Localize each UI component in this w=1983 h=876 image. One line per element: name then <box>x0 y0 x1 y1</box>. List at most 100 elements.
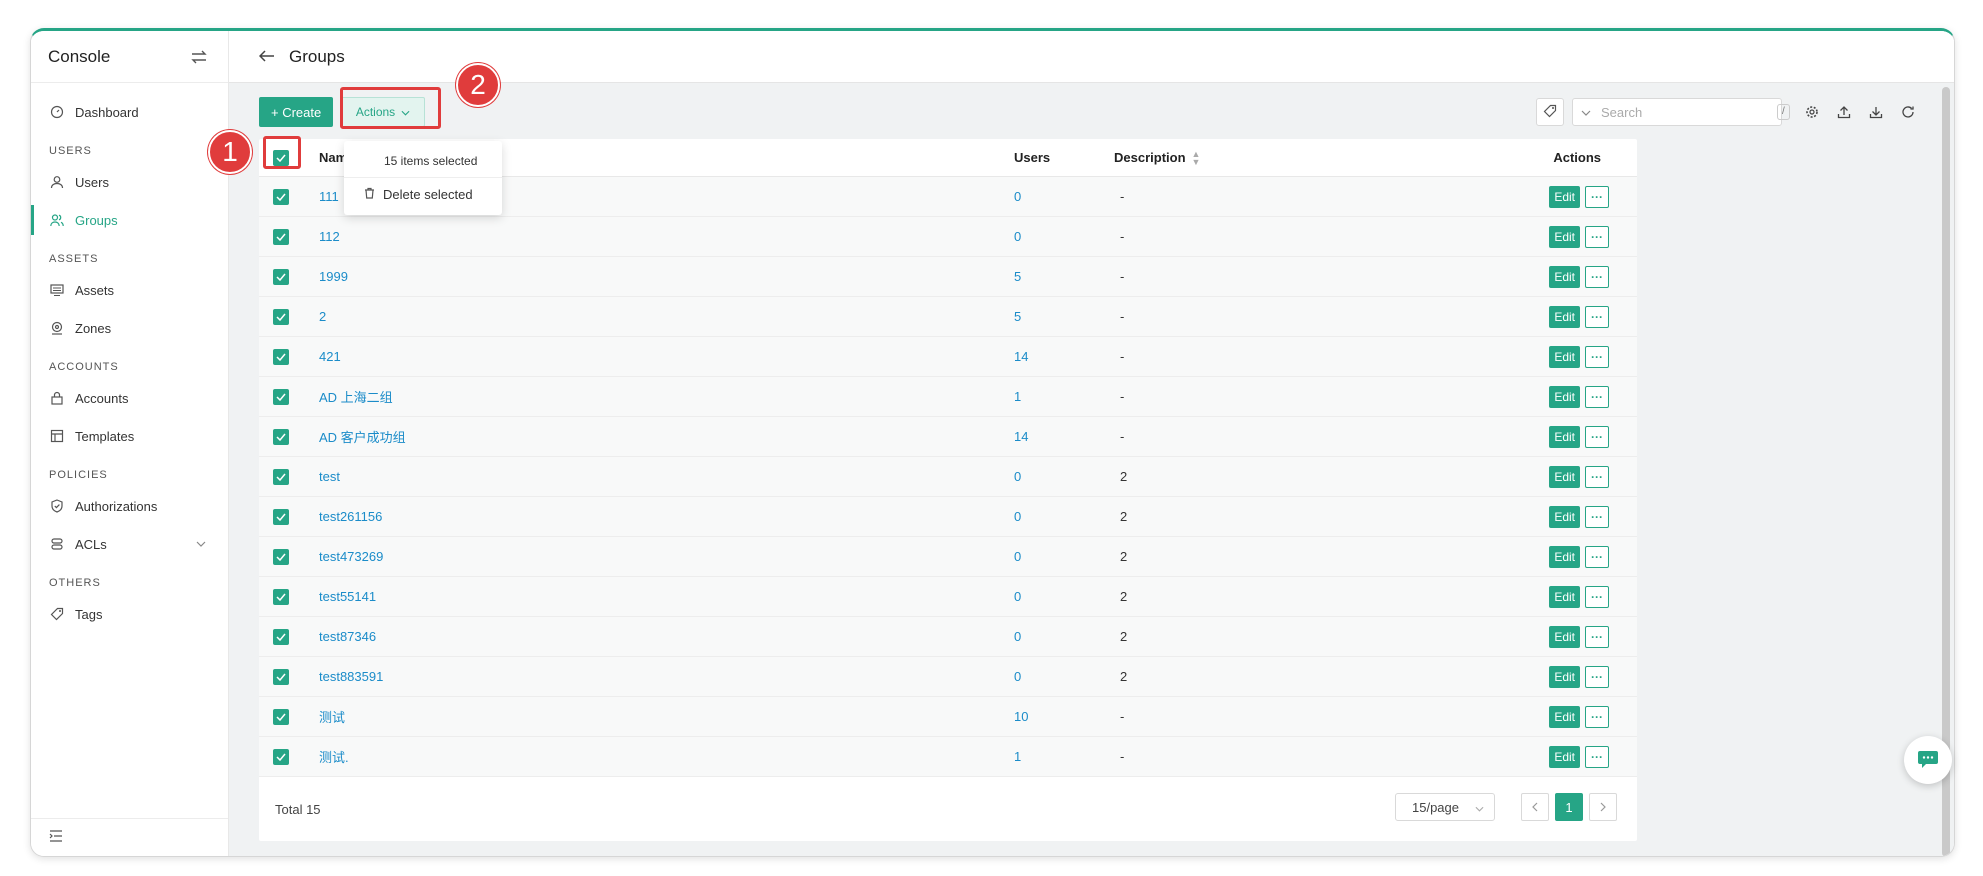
group-name-link[interactable]: test <box>319 469 1014 484</box>
group-name-link[interactable]: test55141 <box>319 589 1014 604</box>
more-actions-button[interactable]: ··· <box>1585 745 1609 768</box>
sidebar-item-users[interactable]: Users <box>31 163 228 201</box>
edit-button[interactable]: Edit <box>1549 545 1580 568</box>
column-description[interactable]: Description ▲ ▼ <box>1114 149 1534 166</box>
group-users-count[interactable]: 14 <box>1014 349 1114 364</box>
group-users-count[interactable]: 1 <box>1014 389 1114 404</box>
edit-button[interactable]: Edit <box>1549 305 1580 328</box>
row-checkbox[interactable] <box>273 588 289 605</box>
group-users-count[interactable]: 0 <box>1014 629 1114 644</box>
more-actions-button[interactable]: ··· <box>1585 305 1609 328</box>
sidebar-item-authorizations[interactable]: Authorizations <box>31 487 228 525</box>
chat-support-button[interactable] <box>1904 736 1952 784</box>
more-actions-button[interactable]: ··· <box>1585 705 1609 728</box>
group-users-count[interactable]: 5 <box>1014 269 1114 284</box>
edit-button[interactable]: Edit <box>1549 505 1580 528</box>
group-name-link[interactable]: AD 上海二组 <box>319 387 1014 406</box>
row-checkbox[interactable] <box>273 748 289 765</box>
search-field[interactable]: / <box>1572 98 1790 126</box>
more-actions-button[interactable]: ··· <box>1585 505 1609 528</box>
back-arrow-icon[interactable] <box>258 46 275 67</box>
group-users-count[interactable]: 0 <box>1014 509 1114 524</box>
more-actions-button[interactable]: ··· <box>1585 665 1609 688</box>
sidebar-item-acls[interactable]: ACLs <box>31 525 228 563</box>
group-name-link[interactable]: test87346 <box>319 629 1014 644</box>
page-number-button[interactable]: 1 <box>1555 793 1583 821</box>
row-checkbox[interactable] <box>273 268 289 285</box>
more-actions-button[interactable]: ··· <box>1585 385 1609 408</box>
upload-icon[interactable] <box>1828 98 1860 126</box>
group-name-link[interactable]: 2 <box>319 309 1014 324</box>
more-actions-button[interactable]: ··· <box>1585 585 1609 608</box>
edit-button[interactable]: Edit <box>1549 225 1580 248</box>
tag-filter-button[interactable] <box>1536 98 1564 126</box>
more-actions-button[interactable]: ··· <box>1585 425 1609 448</box>
more-actions-button[interactable]: ··· <box>1585 185 1609 208</box>
group-users-count[interactable]: 0 <box>1014 229 1114 244</box>
group-users-count[interactable]: 0 <box>1014 549 1114 564</box>
chevron-down-icon[interactable] <box>1581 105 1591 119</box>
group-users-count[interactable]: 14 <box>1014 429 1114 444</box>
sidebar-item-accounts[interactable]: Accounts <box>31 379 228 417</box>
sidebar-item-assets[interactable]: Assets <box>31 271 228 309</box>
group-users-count[interactable]: 5 <box>1014 309 1114 324</box>
next-page-button[interactable] <box>1589 793 1617 821</box>
create-button[interactable]: + Create <box>259 97 334 127</box>
edit-button[interactable]: Edit <box>1549 425 1580 448</box>
edit-button[interactable]: Edit <box>1549 345 1580 368</box>
row-checkbox[interactable] <box>273 188 289 205</box>
group-users-count[interactable]: 0 <box>1014 589 1114 604</box>
row-checkbox[interactable] <box>273 508 289 525</box>
refresh-icon[interactable] <box>1892 98 1924 126</box>
more-actions-button[interactable]: ··· <box>1585 345 1609 368</box>
group-users-count[interactable]: 1 <box>1014 749 1114 764</box>
row-checkbox[interactable] <box>273 388 289 405</box>
group-name-link[interactable]: 112 <box>319 229 1014 244</box>
edit-button[interactable]: Edit <box>1549 705 1580 728</box>
edit-button[interactable]: Edit <box>1549 665 1580 688</box>
edit-button[interactable]: Edit <box>1549 465 1580 488</box>
edit-button[interactable]: Edit <box>1549 185 1580 208</box>
row-checkbox[interactable] <box>273 348 289 365</box>
group-name-link[interactable]: test883591 <box>319 669 1014 684</box>
sidebar-item-dashboard[interactable]: Dashboard <box>31 93 228 131</box>
row-checkbox[interactable] <box>273 548 289 565</box>
sidebar-item-groups[interactable]: Groups <box>31 201 228 239</box>
download-icon[interactable] <box>1860 98 1892 126</box>
collapse-sidebar-button[interactable] <box>31 818 228 856</box>
more-actions-button[interactable]: ··· <box>1585 465 1609 488</box>
group-name-link[interactable]: 421 <box>319 349 1014 364</box>
sort-icon[interactable]: ▲ ▼ <box>1192 149 1201 166</box>
group-name-link[interactable]: 1999 <box>319 269 1014 284</box>
group-name-link[interactable]: AD 客户成功组 <box>319 427 1014 446</box>
sidebar-item-zones[interactable]: Zones <box>31 309 228 347</box>
group-users-count[interactable]: 0 <box>1014 469 1114 484</box>
group-name-link[interactable]: 测试. <box>319 747 1014 766</box>
more-actions-button[interactable]: ··· <box>1585 265 1609 288</box>
settings-gear-icon[interactable] <box>1796 98 1828 126</box>
edit-button[interactable]: Edit <box>1549 745 1580 768</box>
more-actions-button[interactable]: ··· <box>1585 625 1609 648</box>
group-users-count[interactable]: 0 <box>1014 189 1114 204</box>
edit-button[interactable]: Edit <box>1549 265 1580 288</box>
delete-selected-menu-item[interactable]: Delete selected <box>344 178 502 211</box>
group-name-link[interactable]: test473269 <box>319 549 1014 564</box>
group-users-count[interactable]: 10 <box>1014 709 1114 724</box>
sidebar-item-tags[interactable]: Tags <box>31 595 228 633</box>
search-input[interactable] <box>1601 104 1777 120</box>
edit-button[interactable]: Edit <box>1549 625 1580 648</box>
chevron-down-icon[interactable] <box>196 538 206 550</box>
edit-button[interactable]: Edit <box>1549 385 1580 408</box>
edit-button[interactable]: Edit <box>1549 585 1580 608</box>
more-actions-button[interactable]: ··· <box>1585 545 1609 568</box>
more-actions-button[interactable]: ··· <box>1585 225 1609 248</box>
row-checkbox[interactable] <box>273 228 289 245</box>
row-checkbox[interactable] <box>273 308 289 325</box>
row-checkbox[interactable] <box>273 468 289 485</box>
row-checkbox[interactable] <box>273 708 289 725</box>
swap-icon[interactable] <box>190 50 208 64</box>
page-size-select[interactable]: 15/page <box>1395 793 1495 821</box>
row-checkbox[interactable] <box>273 428 289 445</box>
group-name-link[interactable]: test261156 <box>319 509 1014 524</box>
group-users-count[interactable]: 0 <box>1014 669 1114 684</box>
